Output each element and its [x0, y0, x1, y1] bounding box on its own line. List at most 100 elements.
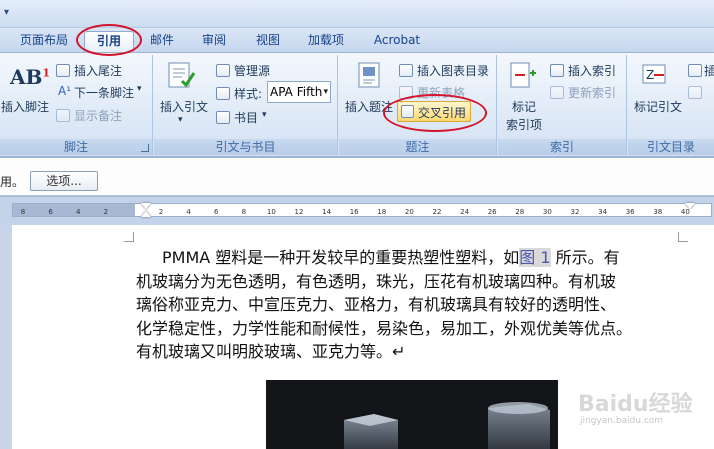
ruler-tick-label: 34: [598, 208, 608, 216]
next-footnote-icon: A¹: [58, 84, 72, 98]
mark-entry-line1[interactable]: 标记: [512, 98, 536, 115]
tab-mailings[interactable]: 邮件: [142, 31, 182, 52]
line-text: 所示。有: [550, 248, 620, 267]
group-footnotes: AB1 插入脚注 插入尾注 A¹ 下一条脚注 ▾ 显示备注 脚注: [0, 55, 153, 155]
mark-citation-button[interactable]: 标记引文: [634, 98, 682, 115]
group-label-authorities: 引文目录: [628, 139, 714, 155]
ab1-footnote-icon: AB1: [10, 65, 51, 89]
margin-corner-mark: [678, 232, 688, 242]
chevron-down-icon[interactable]: ▾: [178, 115, 183, 125]
insert-endnote-button[interactable]: 插入尾注: [74, 62, 122, 79]
ruler-tick-label: 16: [349, 208, 359, 216]
left-margin-strip: [0, 225, 12, 449]
ruler-tick-label: 2: [158, 208, 164, 216]
insert-caption-icon: [358, 62, 380, 88]
chevron-down-icon[interactable]: ▾: [262, 110, 267, 120]
ruler-tick-label: 36: [625, 208, 635, 216]
tab-view[interactable]: 视图: [248, 31, 288, 52]
ruler-tick-label: 2: [103, 208, 109, 216]
style-select-value: APA Fifth: [270, 85, 323, 99]
update-authorities-icon: [688, 86, 702, 99]
update-index-icon: [550, 86, 564, 99]
acrylic-photo[interactable]: [266, 380, 558, 449]
body-paragraph[interactable]: PMMA 塑料是一种开发较早的重要热塑性塑料，如图 1 所示。有 机玻璃分为无色…: [136, 246, 692, 364]
chevron-down-icon[interactable]: ▾: [137, 84, 142, 94]
ruler-tick-label: 18: [377, 208, 387, 216]
group-label-footnotes: 脚注: [0, 139, 152, 155]
paragraph-line: PMMA 塑料是一种开发较早的重要热塑性塑料，如图 1 所示。有: [136, 246, 692, 270]
show-notes-icon: [56, 109, 70, 122]
tab-review[interactable]: 审阅: [194, 31, 234, 52]
insert-index-icon: [550, 64, 564, 77]
ruler-tick-label: 6: [48, 208, 53, 216]
insert-authorities-icon: [688, 64, 702, 77]
tab-page-layout[interactable]: 页面布局: [16, 31, 72, 52]
figure-cross-reference[interactable]: 图 1: [519, 248, 551, 267]
svg-text:Z: Z: [646, 68, 654, 82]
paragraph-line: 有机玻璃又叫明胶玻璃、亚克力等。↵: [136, 342, 406, 361]
mark-citation-icon: Z: [642, 64, 666, 84]
watermark-brand: Baidu经验: [578, 392, 693, 417]
ruler-tick-label: 14: [322, 208, 332, 216]
style-icon: [216, 87, 230, 100]
message-bar: 用。 选项...: [0, 158, 714, 196]
insert-citation-button[interactable]: 插入引文: [160, 98, 208, 115]
ruler-tick-label: 26: [487, 208, 497, 216]
paragraph-line: 化学稳定性，力学性能和耐候性，易染色，易加工，外观优美等优点。: [136, 318, 633, 338]
ruler-tick-label: 32: [570, 208, 580, 216]
bibliography-icon: [216, 111, 230, 124]
mark-entry-icon: [510, 62, 536, 88]
dialog-launcher-icon[interactable]: [141, 144, 149, 152]
ruler-tick-label: 22: [432, 208, 442, 216]
insert-table-of-figures-button[interactable]: 插入图表目录: [417, 62, 489, 79]
style-select[interactable]: APA Fifth ▾: [267, 81, 331, 103]
annotation-oval-cross-reference: [383, 94, 487, 132]
tab-acrobat[interactable]: Acrobat: [366, 31, 428, 52]
manage-sources-button[interactable]: 管理源: [234, 62, 270, 79]
ruler-tick-label: 4: [75, 208, 81, 216]
ruler-tick-label: 8: [20, 208, 26, 216]
line-text: PMMA 塑料是一种开发较早的重要热塑性塑料，如: [162, 248, 520, 267]
next-footnote-button[interactable]: 下一条脚注: [74, 84, 134, 101]
message-bar-text: 用。: [0, 175, 25, 189]
style-label: 样式:: [234, 87, 263, 101]
paragraph-line: 机玻璃分为无色透明，有色透明，珠光，压花有机玻璃四种。有机玻: [136, 271, 617, 291]
group-label-captions: 题注: [339, 139, 496, 155]
ruler-tick-label: 4: [186, 208, 191, 216]
options-button[interactable]: 选项...: [30, 171, 98, 191]
annotation-oval-references-tab: [76, 24, 142, 56]
ruler-tick-label: 8: [241, 208, 247, 216]
insert-citation-icon: [168, 62, 196, 88]
group-citations: 插入引文 ▾ 管理源 样式: 书目 ▾ 引文与书目: [154, 55, 338, 155]
mark-entry-line2[interactable]: 索引项: [506, 116, 542, 133]
ribbon-panel: AB1 插入脚注 插入尾注 A¹ 下一条脚注 ▾ 显示备注 脚注 插入引文 ▾ …: [0, 52, 714, 157]
margin-corner-mark: [124, 232, 134, 242]
insert-index-button[interactable]: 插入索引: [568, 62, 616, 79]
show-notes-button[interactable]: 显示备注: [74, 107, 122, 124]
ruler-tick-label: 40: [680, 208, 690, 216]
insert-endnote-icon: [56, 64, 70, 77]
ruler-tick-label: 12: [294, 208, 304, 216]
group-table-of-authorities: Z 标记引文 插 引文目录: [628, 55, 714, 155]
table-of-figures-icon: [399, 64, 413, 77]
ruler-tick-label: 38: [653, 208, 663, 216]
ruler-tick-label: 6: [213, 208, 219, 216]
quick-access-arrow-icon[interactable]: ▾: [4, 7, 9, 18]
group-label-index: 索引: [498, 139, 626, 155]
first-line-indent-marker[interactable]: [141, 203, 151, 209]
hanging-indent-marker[interactable]: [141, 211, 151, 217]
acrylic-blocks-image: [344, 402, 550, 449]
ruler-tick-label: 28: [515, 208, 525, 216]
insert-footnote-button[interactable]: 插入脚注: [1, 98, 49, 115]
right-indent-marker[interactable]: [685, 203, 695, 209]
chevron-down-icon[interactable]: ▾: [323, 82, 328, 102]
horizontal-ruler[interactable]: 8 6 4 2 2 4 6 8 10 12 14 16 18 20 22 24 26 28 30 32 34 36 38 40: [12, 203, 712, 217]
ruler-margin: [13, 204, 135, 216]
ruler-tick-label: 24: [460, 208, 470, 216]
tab-addins[interactable]: 加载项: [300, 31, 352, 52]
insert-authorities-button[interactable]: 插: [704, 62, 714, 79]
watermark-url: jingyan.baidu.com: [580, 416, 664, 426]
bibliography-button[interactable]: 书目: [234, 109, 258, 126]
group-label-citations: 引文与书目: [154, 139, 337, 155]
update-index-button[interactable]: 更新索引: [568, 84, 616, 101]
